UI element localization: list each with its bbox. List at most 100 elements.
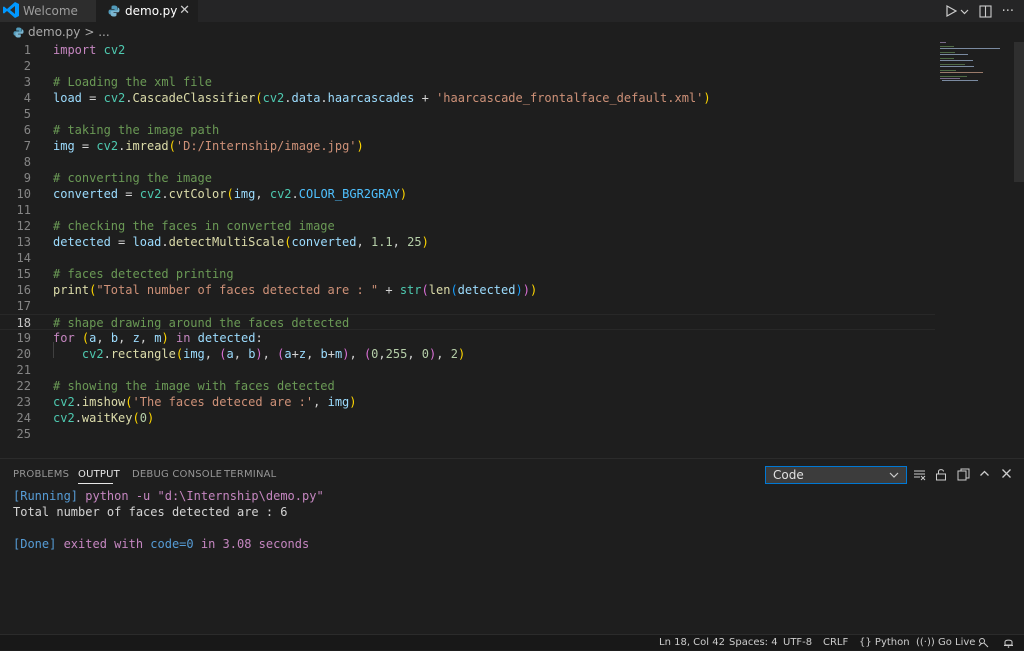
- end-of-line[interactable]: CRLF: [823, 637, 848, 648]
- running-command: python -u "d:\Internship\demo.py": [78, 489, 324, 503]
- code-line[interactable]: 19 for (a, b, z, m) in detected:: [0, 330, 935, 346]
- line-code: # shape drawing around the faces detecte…: [53, 316, 350, 330]
- minimap-line: [940, 72, 983, 73]
- tab-terminal[interactable]: TERMINAL: [224, 469, 276, 480]
- line-number: 23: [16, 395, 31, 409]
- line-code: cv2.imshow('The faces deteced are :', im…: [53, 395, 357, 409]
- code-line[interactable]: 5: [0, 106, 935, 122]
- indentation[interactable]: Spaces: 4: [729, 637, 778, 648]
- line-number: 11: [16, 203, 31, 217]
- chevron-up-icon: [980, 470, 989, 476]
- line-number: 10: [16, 187, 31, 201]
- line-code: cv2.rectangle(img, (a, b), (a+z, b+m), (…: [81, 347, 466, 361]
- go-live-label: Go Live: [937, 637, 976, 648]
- code-line[interactable]: 9 # converting the image: [0, 170, 935, 186]
- encoding[interactable]: UTF-8: [783, 637, 812, 648]
- code-line[interactable]: 8: [0, 154, 935, 170]
- line-number: 13: [16, 235, 31, 249]
- code-line[interactable]: 25: [0, 426, 935, 442]
- tab-welcome[interactable]: Welcome: [0, 0, 96, 22]
- line-number: 17: [16, 299, 31, 313]
- minimap-line: [940, 52, 955, 53]
- output-channel-value: Code: [773, 468, 804, 482]
- line-number: 12: [16, 219, 31, 233]
- code-line[interactable]: 1 import cv2: [0, 42, 935, 58]
- code-line[interactable]: 3 # Loading the xml file: [0, 74, 935, 90]
- code-line[interactable]: 4 load = cv2.CascadeClassifier(cv2.data.h…: [0, 90, 935, 106]
- code-line[interactable]: 10 converted = cv2.cvtColor(img, cv2.COLO…: [0, 186, 935, 202]
- lock-scroll-button[interactable]: [935, 468, 947, 481]
- line-code: # taking the image path: [53, 123, 220, 137]
- status-bar: Ln 18, Col 42 Spaces: 4 UTF-8 CRLF {} Py…: [0, 634, 1024, 650]
- breadcrumb-more[interactable]: > ...: [84, 25, 109, 39]
- open-output-editor-button[interactable]: [957, 468, 970, 481]
- output-result-line: Total number of faces detected are : 6: [13, 505, 288, 519]
- code-line[interactable]: 23 cv2.imshow('The faces deteced are :', …: [0, 394, 935, 410]
- line-code: for (a, b, z, m) in detected:: [53, 331, 263, 345]
- line-code: img = cv2.imread('D:/Internship/image.jp…: [53, 139, 364, 153]
- line-code: print("Total number of faces detected ar…: [53, 283, 538, 297]
- clear-all-icon: [914, 470, 926, 481]
- code-line[interactable]: 7 img = cv2.imread('D:/Internship/image.j…: [0, 138, 935, 154]
- minimap-line: [940, 76, 967, 77]
- feedback-button[interactable]: [978, 637, 989, 651]
- code-line-current[interactable]: 18 # shape drawing around the faces detec…: [0, 314, 935, 330]
- code-line[interactable]: 21: [0, 362, 935, 378]
- tab-output[interactable]: OUTPUT: [78, 469, 120, 480]
- line-number: 7: [23, 139, 31, 153]
- line-number: 15: [16, 267, 31, 281]
- close-icon[interactable]: ✕: [179, 3, 190, 18]
- code-line[interactable]: 13 detected = load.detectMultiScale(conve…: [0, 234, 935, 250]
- minimap-line: [940, 66, 974, 67]
- output-channel-select[interactable]: Code: [765, 466, 907, 484]
- minimap-line: [940, 78, 960, 79]
- code-line[interactable]: 24 cv2.waitKey(0): [0, 410, 935, 426]
- cursor-position[interactable]: Ln 18, Col 42: [659, 637, 725, 648]
- line-number: 8: [23, 155, 31, 169]
- code-line[interactable]: 11: [0, 202, 935, 218]
- run-button[interactable]: [945, 5, 969, 17]
- line-number: 25: [16, 427, 31, 441]
- minimap-line: [940, 60, 973, 61]
- minimap[interactable]: [938, 42, 1014, 82]
- done-tag: [Done]: [13, 537, 57, 551]
- clear-output-button[interactable]: [913, 468, 926, 481]
- line-number: 14: [16, 251, 31, 265]
- more-actions-button[interactable]: ···: [1002, 4, 1014, 19]
- line-code: detected = load.detectMultiScale(convert…: [53, 235, 429, 249]
- code-line[interactable]: 2: [0, 58, 935, 74]
- python-file-icon: [108, 5, 120, 17]
- code-line[interactable]: 16 print("Total number of faces detected …: [0, 282, 935, 298]
- notifications-button[interactable]: [1003, 637, 1014, 651]
- tab-problems[interactable]: PROBLEMS: [13, 469, 69, 480]
- language-mode[interactable]: {} Python: [859, 637, 910, 648]
- maximize-panel-button[interactable]: [979, 468, 990, 479]
- close-panel-button[interactable]: [1001, 468, 1012, 479]
- code-line[interactable]: 14: [0, 250, 935, 266]
- active-tab-indicator: [78, 483, 113, 484]
- split-editor-button[interactable]: [979, 4, 992, 18]
- braces-icon: {}: [859, 637, 872, 648]
- tab-demo-py[interactable]: demo.py ✕: [96, 0, 198, 22]
- tab-welcome-label: Welcome: [23, 4, 78, 18]
- python-file-icon: [13, 26, 24, 38]
- tab-debug-console[interactable]: DEBUG CONSOLE: [132, 469, 222, 480]
- breadcrumb-file[interactable]: demo.py: [28, 25, 80, 39]
- editor-scroll-thumb[interactable]: [1014, 42, 1024, 182]
- code-line[interactable]: 20 cv2.rectangle(img, (a, b), (a+z, b+m)…: [0, 346, 935, 362]
- code-line[interactable]: 17: [0, 298, 935, 314]
- code-line[interactable]: 6 # taking the image path: [0, 122, 935, 138]
- go-live-button[interactable]: ((·)) Go Live: [916, 637, 975, 648]
- play-icon: [945, 5, 957, 17]
- code-line[interactable]: 12 # checking the faces in converted imag…: [0, 218, 935, 234]
- code-line[interactable]: 22 # showing the image with faces detecte…: [0, 378, 935, 394]
- split-editor-icon: [979, 4, 992, 18]
- line-number: 18: [16, 316, 31, 330]
- code-editor[interactable]: 1 import cv2 2 3 # Loading the xml file 4 l…: [0, 42, 1024, 458]
- minimap-line: [940, 42, 946, 43]
- line-number: 24: [16, 411, 31, 425]
- code-line[interactable]: 15 # faces detected printing: [0, 266, 935, 282]
- line-code: # Loading the xml file: [53, 75, 212, 89]
- close-icon: [1002, 469, 1011, 478]
- minimap-line: [942, 80, 978, 81]
